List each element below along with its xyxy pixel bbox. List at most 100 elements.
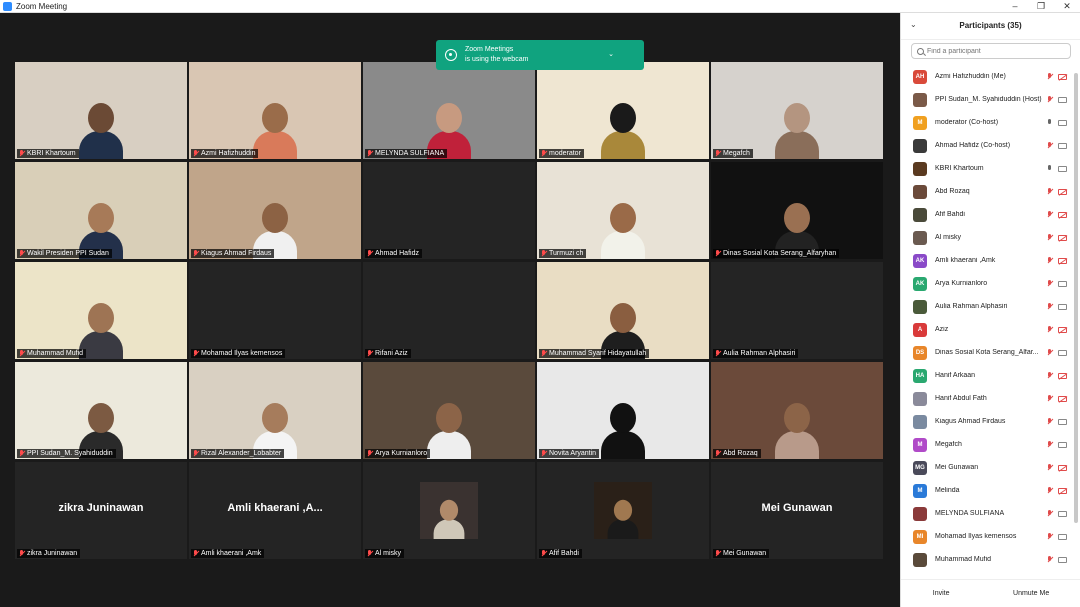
mic-muted-icon[interactable] (1047, 556, 1053, 564)
video-tile[interactable]: Dinas Sosial Kota Serang_Alfaryhan (711, 162, 883, 259)
camera-off-icon[interactable] (1058, 465, 1067, 471)
unmute-me-button[interactable]: Unmute Me (1005, 587, 1057, 600)
participant-row[interactable]: Abd Rozaq (901, 180, 1073, 203)
video-tile[interactable]: Muhammad Mufid (15, 262, 187, 359)
participant-row[interactable]: Mmoderator (Co-host) (901, 111, 1073, 134)
participant-row[interactable]: AK Amli khaerani ,Amk (901, 249, 1073, 272)
camera-off-icon[interactable] (1058, 212, 1067, 218)
mic-muted-icon[interactable] (1047, 280, 1053, 288)
video-tile[interactable]: Amli khaerani ,A... Amli khaerani ,Amk (189, 462, 361, 559)
mic-muted-icon[interactable] (1047, 73, 1053, 81)
mic-icon[interactable] (1047, 119, 1053, 127)
mic-muted-icon[interactable] (1047, 257, 1053, 265)
video-tile[interactable]: Novita Aryantin (537, 362, 709, 459)
video-tile[interactable]: Ahmad Hafidz (363, 162, 535, 259)
webcam-notification[interactable]: Zoom Meetings is using the webcam ⌄ (436, 40, 644, 70)
video-tile[interactable]: Megafch (711, 62, 883, 159)
video-tile[interactable]: Abd Rozaq (711, 362, 883, 459)
chevron-down-icon[interactable]: ⌄ (608, 50, 614, 58)
mic-muted-icon[interactable] (1047, 188, 1053, 196)
participant-row[interactable]: KBRI Khartoum (901, 157, 1073, 180)
close-icon[interactable]: ✕ (1054, 0, 1080, 13)
video-tile[interactable]: MELYNDA SULFIANA (363, 62, 535, 159)
mic-muted-icon[interactable] (1047, 487, 1053, 495)
video-tile[interactable]: Kiagus Ahmad Firdaus (189, 162, 361, 259)
mic-muted-icon[interactable] (1047, 441, 1053, 449)
participant-row[interactable]: Hanif Abdul Fath (901, 387, 1073, 410)
camera-icon[interactable] (1058, 350, 1067, 356)
mic-icon[interactable] (1047, 165, 1053, 173)
mic-muted-icon[interactable] (1047, 510, 1053, 518)
camera-off-icon[interactable] (1058, 258, 1067, 264)
camera-off-icon[interactable] (1058, 189, 1067, 195)
camera-icon[interactable] (1058, 281, 1067, 287)
camera-icon[interactable] (1058, 419, 1067, 425)
participant-row[interactable]: DS Dinas Sosial Kota Serang_Alfar... (901, 341, 1073, 364)
video-tile[interactable]: Mei Gunawan Mei Gunawan (711, 462, 883, 559)
mic-muted-icon[interactable] (1047, 533, 1053, 541)
camera-icon[interactable] (1058, 557, 1067, 563)
camera-icon[interactable] (1058, 304, 1067, 310)
participant-row[interactable]: Kiagus Ahmad Firdaus (901, 410, 1073, 433)
mic-muted-icon[interactable] (1047, 395, 1053, 403)
video-tile[interactable]: Rifani Aziz (363, 262, 535, 359)
video-tile[interactable]: Wakil Presiden PPI Sudan (15, 162, 187, 259)
mic-muted-icon[interactable] (1047, 349, 1053, 357)
mic-muted-icon[interactable] (1047, 418, 1053, 426)
participant-row[interactable]: M Megafch (901, 433, 1073, 456)
video-tile[interactable]: Al misky (363, 462, 535, 559)
camera-icon[interactable] (1058, 143, 1067, 149)
camera-icon[interactable] (1058, 120, 1067, 126)
participant-row[interactable]: Al misky (901, 226, 1073, 249)
camera-icon[interactable] (1058, 97, 1067, 103)
camera-off-icon[interactable] (1058, 396, 1067, 402)
participant-row[interactable]: AK Arya Kurnianloro (901, 272, 1073, 295)
camera-off-icon[interactable] (1058, 327, 1067, 333)
participant-row[interactable]: PPI Sudan_M. Syahiduddin (Host) (901, 88, 1073, 111)
video-tile[interactable]: Muhammad Syarif Hidayatullah (537, 262, 709, 359)
video-tile[interactable]: Azmi Hafizhuddin (189, 62, 361, 159)
video-tile[interactable]: Mohamad Ilyas kemensos (189, 262, 361, 359)
mic-muted-icon[interactable] (1047, 211, 1053, 219)
video-tile[interactable]: zikra Juninawan zikra Juninawan (15, 462, 187, 559)
participant-row[interactable]: Muhammad Mufid (901, 548, 1073, 571)
participant-row[interactable]: Ahmad Hafidz (Co-host) (901, 134, 1073, 157)
camera-off-icon[interactable] (1058, 235, 1067, 241)
video-tile[interactable]: moderator (537, 62, 709, 159)
participant-row[interactable]: HA Hanif Arkaan (901, 364, 1073, 387)
video-tile[interactable]: Rizal Alexander_Lobabter (189, 362, 361, 459)
participant-row[interactable]: Afif Bahdi (901, 203, 1073, 226)
mic-muted-icon[interactable] (1047, 96, 1053, 104)
camera-icon[interactable] (1058, 166, 1067, 172)
mic-muted-icon[interactable] (1047, 464, 1053, 472)
minimize-icon[interactable]: – (1002, 0, 1028, 13)
mic-muted-icon[interactable] (1047, 142, 1053, 150)
video-tile[interactable]: Afif Bahdi (537, 462, 709, 559)
participant-row[interactable]: M Melinda (901, 479, 1073, 502)
video-tile[interactable]: PPI Sudan_M. Syahiduddin (15, 362, 187, 459)
participant-row[interactable]: MG Mei Gunawan (901, 456, 1073, 479)
camera-icon[interactable] (1058, 511, 1067, 517)
video-tile[interactable]: Aulia Rahman Alphasiri (711, 262, 883, 359)
camera-off-icon[interactable] (1058, 488, 1067, 494)
video-tile[interactable]: Turmuzi ch (537, 162, 709, 259)
participant-search-input[interactable] (927, 47, 1057, 55)
camera-icon[interactable] (1058, 442, 1067, 448)
participant-row[interactable]: A Aziz (901, 318, 1073, 341)
video-tile[interactable]: Arya Kurnianloro (363, 362, 535, 459)
participant-search[interactable] (911, 43, 1071, 59)
participant-row[interactable]: AH Azmi Hafizhuddin (Me) (901, 65, 1073, 88)
mic-muted-icon[interactable] (1047, 303, 1053, 311)
camera-icon[interactable] (1058, 534, 1067, 540)
invite-button[interactable]: Invite (925, 587, 958, 600)
restore-icon[interactable]: ❐ (1028, 0, 1054, 13)
video-tile[interactable]: KBRI Khartoum (15, 62, 187, 159)
camera-off-icon[interactable] (1058, 373, 1067, 379)
mic-muted-icon[interactable] (1047, 234, 1053, 242)
mic-muted-icon[interactable] (1047, 372, 1053, 380)
participant-row[interactable]: MI Mohamad Ilyas kemensos (901, 525, 1073, 548)
camera-off-icon[interactable] (1058, 74, 1067, 80)
mic-muted-icon[interactable] (1047, 326, 1053, 334)
participant-list-scrollbar[interactable] (1074, 73, 1078, 523)
participant-row[interactable]: MELYNDA SULFIANA (901, 502, 1073, 525)
